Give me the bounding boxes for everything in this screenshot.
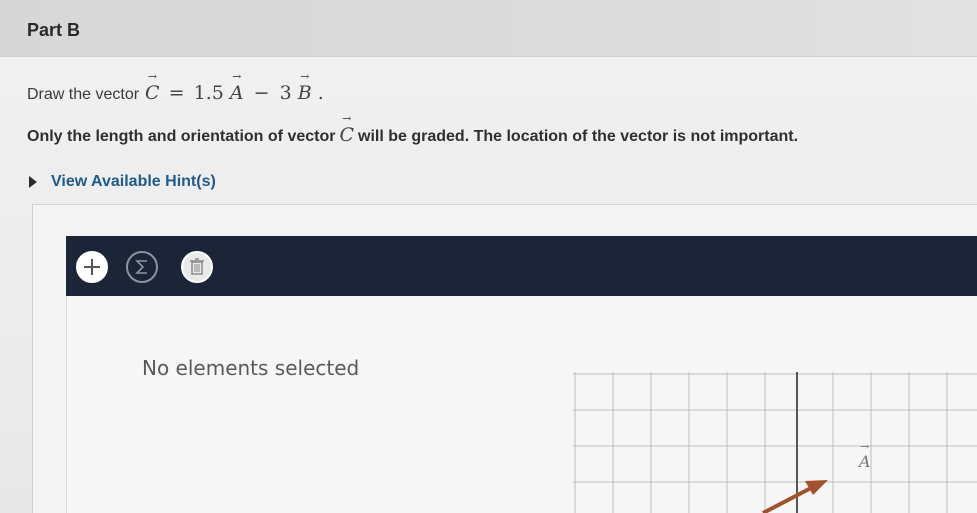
delete-button[interactable]	[181, 251, 213, 283]
prompt-text: Draw the vector	[27, 86, 140, 103]
trash-icon	[190, 258, 204, 275]
coefficient-b: 3	[279, 82, 292, 104]
view-hints-link[interactable]: View Available Hint(s)	[29, 173, 216, 191]
vector-a: A	[230, 82, 244, 104]
part-header: Part B	[0, 0, 977, 57]
part-title: Part B	[27, 20, 81, 40]
vector-grid[interactable]	[573, 372, 977, 513]
sum-vectors-button[interactable]	[126, 251, 158, 283]
caret-right-icon	[29, 176, 37, 188]
drawing-toolbar	[66, 236, 977, 296]
vector-equation: C = 1.5 A − 3 B .	[145, 82, 324, 104]
note-before: Only the length and orientation of vecto…	[27, 128, 336, 145]
note-after: will be graded. The location of the vect…	[358, 128, 799, 145]
selection-status: No elements selected	[142, 356, 360, 380]
sigma-icon	[135, 260, 147, 274]
add-vector-button[interactable]	[76, 251, 108, 283]
minus-sign: −	[253, 82, 270, 104]
page: Part B Draw the vector C = 1.5 A − 3 B .…	[0, 0, 977, 513]
coefficient-a: 1.5	[193, 82, 224, 104]
equation-period: .	[317, 82, 324, 104]
grading-note: Only the length and orientation of vecto…	[27, 124, 798, 146]
equals-sign: =	[168, 82, 185, 104]
hints-label: View Available Hint(s)	[51, 173, 216, 190]
vector-a-label: A	[859, 452, 871, 471]
plus-icon	[84, 259, 100, 275]
note-vector: C	[339, 124, 354, 146]
vector-c: C	[145, 82, 160, 104]
question-prompt: Draw the vector C = 1.5 A − 3 B .	[27, 82, 324, 104]
vector-b: B	[298, 82, 312, 104]
note-vector-c: C	[339, 124, 354, 146]
vector-a-arrow[interactable]	[762, 480, 828, 513]
